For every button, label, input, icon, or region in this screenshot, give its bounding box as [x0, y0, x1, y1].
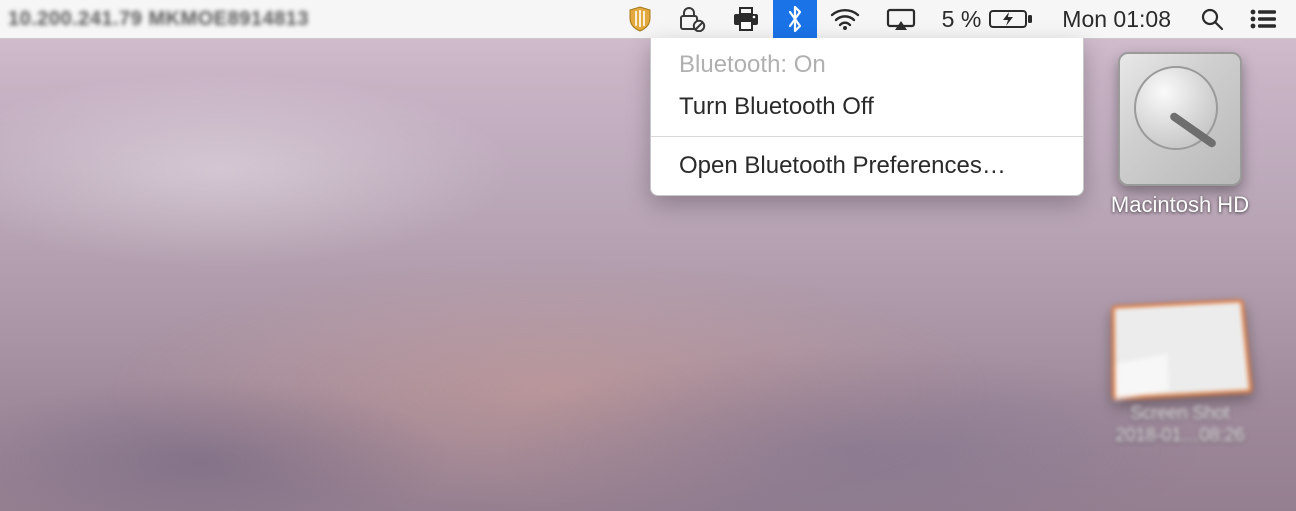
- hard-drive-icon: [1118, 52, 1242, 186]
- battery-charging-icon: [989, 9, 1033, 29]
- decorative-cloud: [0, 70, 520, 270]
- menu-separator: [651, 136, 1083, 137]
- desktop-icon-label: Macintosh HD: [1100, 192, 1260, 218]
- open-bluetooth-preferences-item[interactable]: Open Bluetooth Preferences…: [651, 145, 1083, 187]
- menubar-clock[interactable]: Mon 01:08: [1046, 0, 1187, 38]
- menubar: 10.200.241.79 MKMOE8914813: [0, 0, 1296, 39]
- airplay-icon[interactable]: [873, 0, 929, 38]
- turn-bluetooth-off-item[interactable]: Turn Bluetooth Off: [651, 86, 1083, 128]
- notification-center-icon[interactable]: [1237, 0, 1296, 38]
- screenshot-thumbnail-icon: [1112, 299, 1253, 400]
- desktop-icon-macintosh-hd[interactable]: Macintosh HD: [1100, 52, 1260, 218]
- shield-icon[interactable]: [615, 0, 665, 38]
- battery-status[interactable]: 5 %: [929, 0, 1047, 38]
- desktop-background[interactable]: 10.200.241.79 MKMOE8914813: [0, 0, 1296, 511]
- desktop-icon-screenshot[interactable]: Screen Shot 2018-01…08:26: [1100, 300, 1260, 446]
- battery-percent-text: 5 %: [942, 6, 982, 33]
- menubar-right: 5 % Mon 01:08: [615, 0, 1296, 38]
- menubar-left-text: 10.200.241.79 MKMOE8914813: [0, 8, 309, 31]
- clock-text: Mon 01:08: [1062, 6, 1171, 33]
- spotlight-search-icon[interactable]: [1187, 0, 1237, 38]
- bluetooth-status-label: Bluetooth: On: [651, 44, 1083, 86]
- lock-blocked-icon[interactable]: [665, 0, 719, 38]
- printer-icon[interactable]: [719, 0, 773, 38]
- bluetooth-icon[interactable]: [773, 0, 817, 38]
- bluetooth-menu-dropdown: Bluetooth: On Turn Bluetooth Off Open Bl…: [650, 38, 1084, 196]
- wifi-icon[interactable]: [817, 0, 873, 38]
- desktop-icon-label: Screen Shot 2018-01…08:26: [1100, 402, 1260, 446]
